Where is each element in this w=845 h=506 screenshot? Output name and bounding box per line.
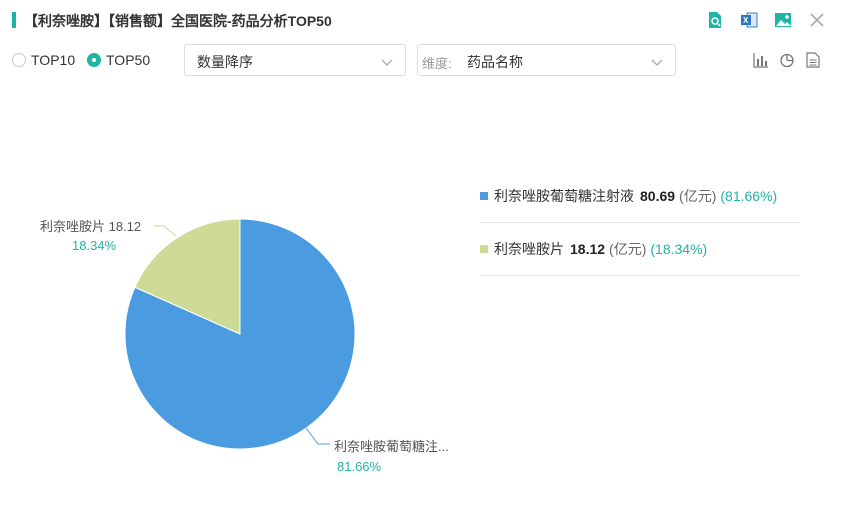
pie-label-0-name: 利奈唑胺葡萄糖注... [334,439,449,454]
pie-label-1-pct: 18.34% [72,238,117,253]
pie-leader-line-1 [305,427,330,445]
legend-unit: (亿元) [609,241,647,257]
legend-value: 80.69 [640,188,676,204]
legend-pct: (18.34%) [650,241,708,257]
legend-item[interactable]: 利奈唑胺葡萄糖注射液 80.69 (亿元) (81.66%) [480,170,800,223]
legend-item[interactable]: 利奈唑胺片 18.12 (亿元) (18.34%) [480,223,800,276]
pie-leader-line-0 [154,225,177,237]
legend-pct: (81.66%) [720,188,778,204]
legend: 利奈唑胺葡萄糖注射液 80.69 (亿元) (81.66%) 利奈唑胺片 18.… [480,170,800,276]
pie-label-1-name: 利奈唑胺片 18.12 [40,219,141,234]
legend-swatch [480,245,488,253]
legend-name: 利奈唑胺葡萄糖注射液 [494,188,634,204]
legend-name: 利奈唑胺片 [494,241,564,257]
pie-label-0-pct: 81.66% [337,459,382,474]
legend-value: 18.12 [570,241,606,257]
legend-unit: (亿元) [679,188,717,204]
legend-swatch [480,192,488,200]
